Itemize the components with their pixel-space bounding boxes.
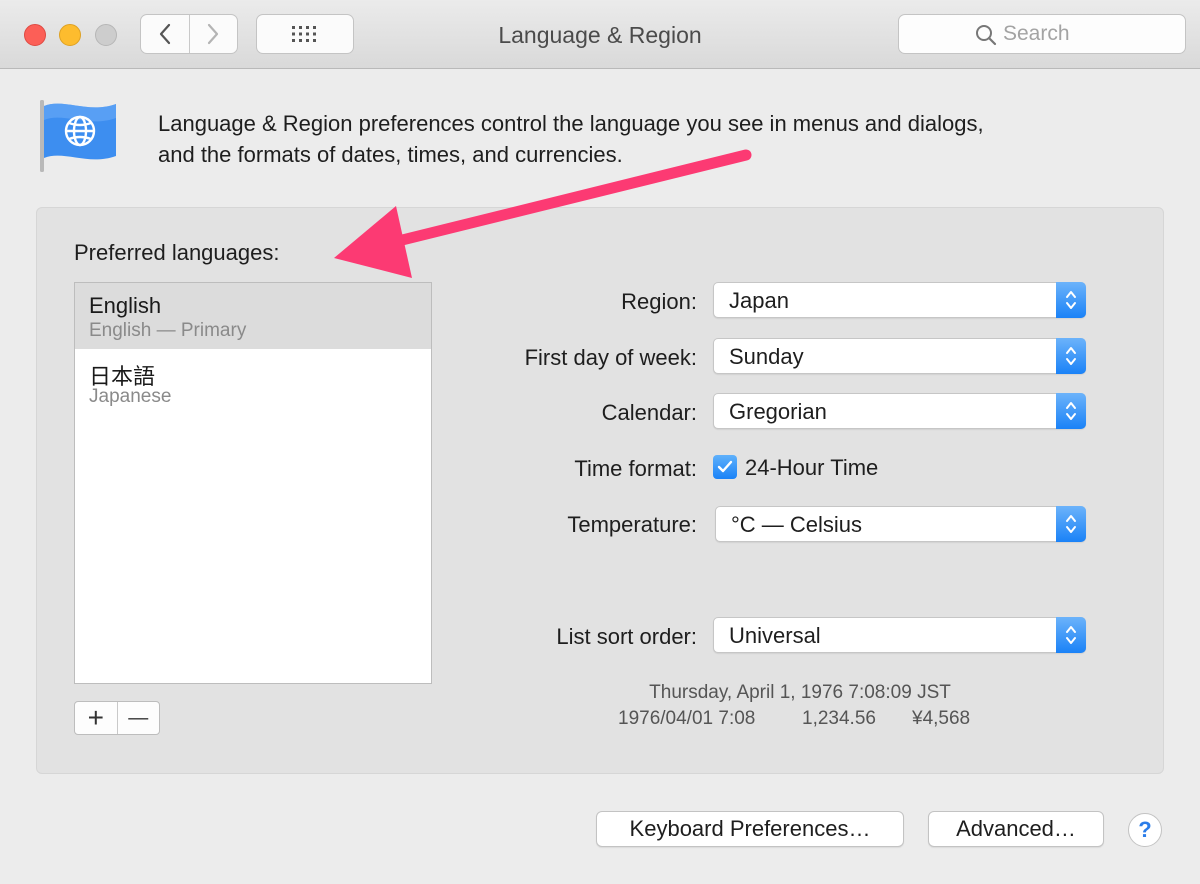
preferred-languages-label: Preferred languages: [74,240,280,265]
grid-icon [292,26,316,42]
region-popup[interactable]: Japan [713,282,1086,318]
sample-long-date: Thursday, April 1, 1976 7:08:09 JST [649,682,951,703]
popup-stepper-icon [1056,338,1086,374]
calendar-label: Calendar: [601,400,697,425]
sample-currency: ¥4,568 [912,708,971,729]
back-button[interactable] [141,15,189,53]
temperature-value: °C — Celsius [731,512,863,537]
search-icon [976,25,997,46]
title-bar: Language & Region [0,0,1200,69]
language-subtitle: English — Primary [89,320,247,341]
24-hour-time-label[interactable]: 24-Hour Time [745,455,878,481]
time-format-label: Time format: [574,456,697,481]
temperature-popup[interactable]: °C — Celsius [715,506,1086,542]
minimize-window-button[interactable] [59,24,81,46]
chevron-right-icon [208,23,219,45]
preferred-languages-list[interactable]: English English — Primary 日本語 Japanese [74,282,432,684]
window-title: Language & Region [498,22,702,48]
popup-stepper-icon [1056,617,1086,653]
popup-stepper-icon [1056,506,1086,542]
24-hour-time-checkbox[interactable] [713,455,737,479]
calendar-popup[interactable]: Gregorian [713,393,1086,429]
add-language-button[interactable]: + [75,702,117,734]
first-day-label: First day of week: [524,345,697,370]
checkmark-icon [717,460,733,473]
sort-order-value: Universal [729,623,821,648]
region-value: Japan [729,288,789,313]
language-item-japanese[interactable]: 日本語 Japanese [75,349,431,415]
sort-order-label: List sort order: [556,624,697,649]
description-line-1: Language & Region preferences control th… [158,111,984,136]
search-input[interactable] [1003,21,1173,47]
zoom-window-button[interactable] [95,24,117,46]
popup-stepper-icon [1056,393,1086,429]
sort-order-popup[interactable]: Universal [713,617,1086,653]
first-day-popup[interactable]: Sunday [713,338,1086,374]
language-subtitle: Japanese [89,386,172,407]
temperature-label: Temperature: [567,512,697,537]
sample-short-date: 1976/04/01 7:08 [618,708,756,729]
first-day-value: Sunday [729,344,804,369]
calendar-value: Gregorian [729,399,827,424]
close-window-button[interactable] [24,24,46,46]
sample-number: 1,234.56 [802,708,876,729]
description-line-2: and the formats of dates, times, and cur… [158,142,623,167]
keyboard-preferences-button[interactable]: Keyboard Preferences… [596,811,904,847]
popup-stepper-icon [1056,282,1086,318]
add-remove-language-control: + — [74,701,160,735]
help-button[interactable]: ? [1128,813,1162,847]
search-field[interactable] [898,14,1186,54]
language-name: English [89,293,162,318]
region-label: Region: [621,289,697,314]
show-all-button[interactable] [256,14,354,54]
language-item-english[interactable]: English English — Primary [75,283,431,349]
language-region-flag-icon [36,98,120,179]
chevron-left-icon [159,23,170,45]
navigation-buttons [140,14,238,54]
forward-button[interactable] [188,15,238,53]
advanced-button[interactable]: Advanced… [928,811,1104,847]
pane-description: Language & Region preferences control th… [158,108,984,170]
remove-language-button[interactable]: — [116,702,160,734]
